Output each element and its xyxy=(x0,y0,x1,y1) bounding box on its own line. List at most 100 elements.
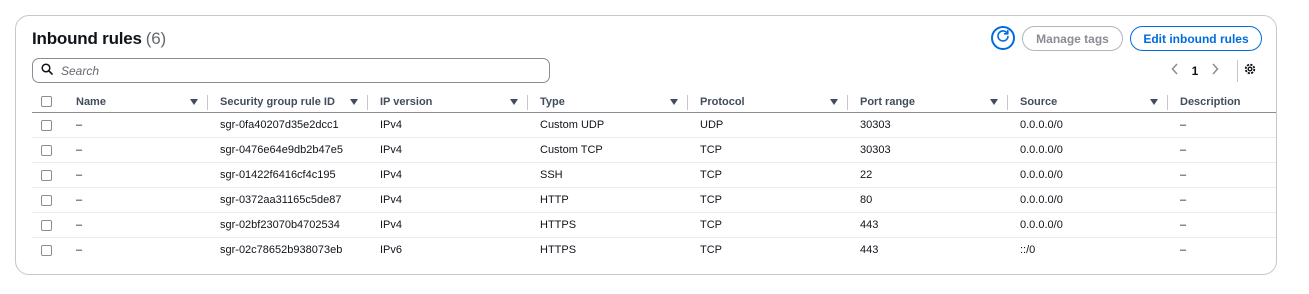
refresh-button[interactable] xyxy=(991,26,1015,50)
column-header-name[interactable]: Name xyxy=(64,91,208,113)
cell-description: – xyxy=(1180,119,1187,131)
table-header-row: Name Security group rule ID IP version T… xyxy=(32,91,1276,113)
cell-ip-version: IPv4 xyxy=(380,169,403,181)
row-checkbox[interactable] xyxy=(41,119,52,131)
cell-source: 0.0.0.0/0 xyxy=(1020,119,1063,131)
search-box[interactable] xyxy=(32,58,550,83)
cell-port-range: 443 xyxy=(860,219,879,231)
cell-port-range: 22 xyxy=(860,169,873,181)
prev-page-button[interactable] xyxy=(1166,62,1184,80)
cell-protocol: TCP xyxy=(700,244,722,256)
cell-port-range: 80 xyxy=(860,194,873,206)
pagination: 1 xyxy=(1166,61,1224,81)
chevron-right-icon xyxy=(1211,62,1219,80)
cell-name: – xyxy=(76,144,83,156)
table-row[interactable]: – sgr-02c78652b938073eb IPv6 HTTPS TCP 4… xyxy=(32,238,1276,263)
cell-type: Custom UDP xyxy=(540,119,605,131)
caret-down-icon[interactable] xyxy=(670,98,678,105)
caret-down-icon[interactable] xyxy=(510,98,518,105)
cell-source: ::/0 xyxy=(1020,244,1036,256)
row-checkbox[interactable] xyxy=(41,169,52,181)
cell-rule-id: sgr-02bf23070b4702534 xyxy=(220,219,340,231)
column-label: Description xyxy=(1180,95,1241,108)
table-row[interactable]: – sgr-0372aa31165c5de87 IPv4 HTTP TCP 80… xyxy=(32,187,1276,213)
column-header-port-range[interactable]: Port range xyxy=(848,91,1008,113)
cell-ip-version: IPv6 xyxy=(380,244,403,256)
row-checkbox[interactable] xyxy=(41,194,52,206)
cell-description: – xyxy=(1180,194,1187,206)
table-row[interactable]: – sgr-01422f6416cf4c195 IPv4 SSH TCP 22 … xyxy=(32,162,1276,188)
column-header-type[interactable]: Type xyxy=(528,91,688,113)
caret-down-icon[interactable] xyxy=(830,98,838,105)
cell-protocol: TCP xyxy=(700,169,722,181)
cell-ip-version: IPv4 xyxy=(380,194,403,206)
cell-protocol: TCP xyxy=(700,219,722,231)
column-label: Protocol xyxy=(700,95,745,108)
cell-source: 0.0.0.0/0 xyxy=(1020,144,1063,156)
inbound-rules-panel: Inbound rules (6) Manage tags Edit inboun… xyxy=(15,15,1277,275)
cell-description: – xyxy=(1180,169,1187,181)
cell-rule-id: sgr-0476e64e9db2b47e5 xyxy=(220,144,343,156)
refresh-icon xyxy=(996,29,1010,48)
cell-description: – xyxy=(1180,219,1187,231)
manage-tags-button[interactable]: Manage tags xyxy=(1022,26,1123,51)
row-checkbox[interactable] xyxy=(41,244,52,256)
cell-type: HTTP xyxy=(540,194,569,206)
column-label: Source xyxy=(1020,95,1058,108)
cell-name: – xyxy=(76,119,83,131)
cell-name: – xyxy=(76,219,83,231)
chevron-left-icon xyxy=(1171,62,1179,80)
column-header-description[interactable]: Description xyxy=(1168,91,1276,113)
column-header-protocol[interactable]: Protocol xyxy=(688,91,848,113)
cell-ip-version: IPv4 xyxy=(380,144,403,156)
cell-name: – xyxy=(76,194,83,206)
edit-inbound-rules-button[interactable]: Edit inbound rules xyxy=(1130,26,1262,51)
caret-down-icon[interactable] xyxy=(350,98,358,105)
caret-down-icon[interactable] xyxy=(1150,98,1158,105)
caret-down-icon[interactable] xyxy=(990,98,998,105)
table-row[interactable]: – sgr-02bf23070b4702534 IPv4 HTTPS TCP 4… xyxy=(32,212,1276,238)
cell-port-range: 30303 xyxy=(860,119,891,131)
cell-ip-version: IPv4 xyxy=(380,119,403,131)
search-input[interactable] xyxy=(59,62,533,79)
caret-down-icon[interactable] xyxy=(190,98,198,105)
column-header-rule-id[interactable]: Security group rule ID xyxy=(208,91,368,113)
row-checkbox[interactable] xyxy=(41,144,52,156)
cell-type: HTTPS xyxy=(540,244,577,256)
cell-protocol: UDP xyxy=(700,119,724,131)
cell-port-range: 30303 xyxy=(860,144,891,156)
cell-type: Custom TCP xyxy=(540,144,603,156)
page-number[interactable]: 1 xyxy=(1184,64,1206,78)
cell-source: 0.0.0.0/0 xyxy=(1020,194,1063,206)
cell-rule-id: sgr-01422f6416cf4c195 xyxy=(220,169,336,181)
cell-name: – xyxy=(76,169,83,181)
cell-rule-id: sgr-02c78652b938073eb xyxy=(220,244,343,256)
cell-rule-id: sgr-0fa40207d35e2dcc1 xyxy=(220,119,339,131)
cell-source: 0.0.0.0/0 xyxy=(1020,169,1063,181)
row-checkbox[interactable] xyxy=(41,219,52,231)
cell-source: 0.0.0.0/0 xyxy=(1020,219,1063,231)
table-row[interactable]: – sgr-0fa40207d35e2dcc1 IPv4 Custom UDP … xyxy=(32,112,1276,138)
column-header-source[interactable]: Source xyxy=(1008,91,1168,113)
cell-ip-version: IPv4 xyxy=(380,219,403,231)
panel-title-text: Inbound rules xyxy=(32,29,142,48)
cell-description: – xyxy=(1180,144,1187,156)
cell-protocol: TCP xyxy=(700,194,722,206)
column-label: IP version xyxy=(380,95,433,108)
search-icon xyxy=(41,62,53,80)
select-all-checkbox[interactable] xyxy=(41,96,52,107)
inbound-rules-table: Name Security group rule ID IP version T… xyxy=(32,91,1276,263)
cell-protocol: TCP xyxy=(700,144,722,156)
rules-count: (6) xyxy=(145,29,166,48)
select-all-header xyxy=(32,91,64,113)
table-row[interactable]: – sgr-0476e64e9db2b47e5 IPv4 Custom TCP … xyxy=(32,137,1276,163)
panel-title: Inbound rules (6) xyxy=(32,29,166,49)
gear-icon[interactable] xyxy=(1243,62,1257,81)
next-page-button[interactable] xyxy=(1206,62,1224,80)
cell-name: – xyxy=(76,244,83,256)
cell-type: HTTPS xyxy=(540,219,577,231)
cell-type: SSH xyxy=(540,169,563,181)
column-label: Port range xyxy=(860,95,916,108)
cell-rule-id: sgr-0372aa31165c5de87 xyxy=(220,194,342,206)
column-header-ip-version[interactable]: IP version xyxy=(368,91,528,113)
